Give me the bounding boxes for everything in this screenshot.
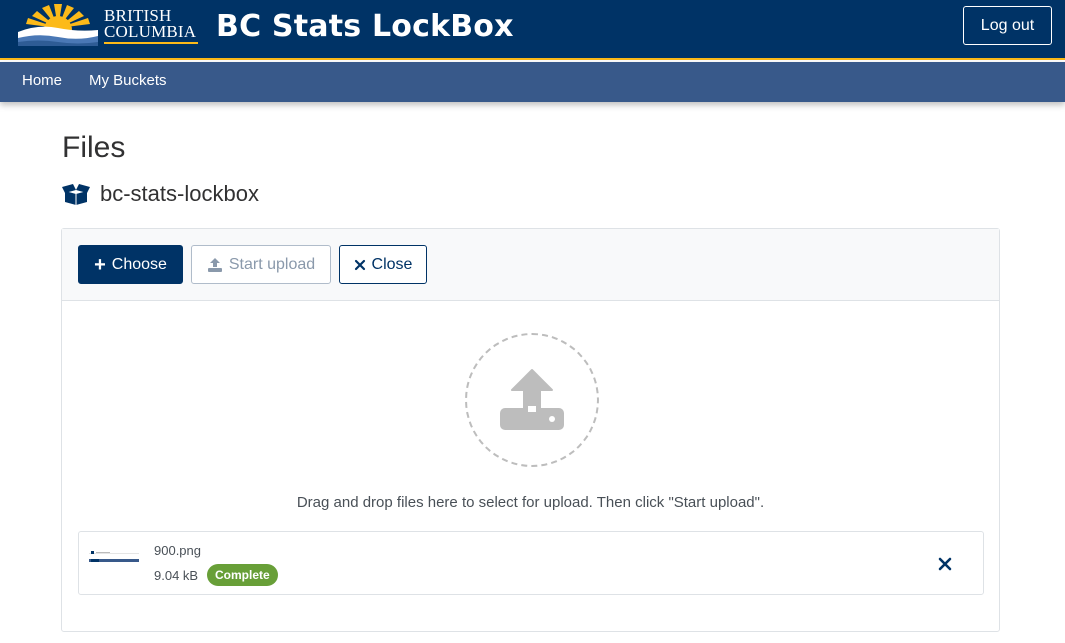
- bucket-name: bc-stats-lockbox: [100, 181, 259, 206]
- close-button[interactable]: Close: [339, 245, 427, 284]
- drop-zone[interactable]: [465, 333, 599, 467]
- remove-file-button[interactable]: [931, 550, 959, 578]
- bucket-heading: bc-stats-lockbox: [62, 180, 259, 208]
- page-title: Files: [62, 131, 126, 164]
- upload-arrow-icon: [500, 369, 564, 430]
- logo-wordmark: BRITISH COLUMBIA: [104, 7, 197, 41]
- upload-icon: [207, 257, 222, 272]
- status-badge: Complete: [207, 564, 278, 586]
- times-icon: [354, 259, 365, 270]
- box-open-icon: [62, 184, 90, 205]
- file-name: 900.png: [154, 543, 201, 558]
- app-title: BC Stats LockBox: [216, 9, 514, 44]
- app-header: BRITISH COLUMBIA BC Stats LockBox Log ou…: [0, 0, 1065, 60]
- file-size: 9.04 kB: [154, 568, 199, 583]
- file-list-item: 900.png 9.04 kB Complete: [78, 531, 984, 595]
- upload-toolbar: + Choose Start upload Close: [62, 229, 999, 301]
- main-nav: Home My Buckets: [0, 62, 1065, 102]
- times-icon: [938, 557, 952, 571]
- nav-item-my-buckets[interactable]: My Buckets: [89, 72, 167, 89]
- bc-gov-logo[interactable]: BRITISH COLUMBIA: [18, 2, 198, 46]
- file-upload-panel: + Choose Start upload Close Drag and dro…: [61, 228, 1000, 632]
- start-upload-button[interactable]: Start upload: [191, 245, 331, 284]
- sun-mountain-logo-icon: [18, 4, 98, 46]
- choose-button[interactable]: + Choose: [78, 245, 183, 284]
- file-thumbnail: [89, 549, 139, 579]
- choose-button-label: Choose: [111, 255, 167, 273]
- plus-icon: +: [94, 253, 106, 276]
- logout-button[interactable]: Log out: [963, 6, 1052, 45]
- logo-line-columbia: COLUMBIA: [104, 22, 197, 41]
- logo-underline: [104, 42, 198, 44]
- drop-hint-text: Drag and drop files here to select for u…: [296, 494, 765, 511]
- close-button-label: Close: [371, 255, 413, 273]
- nav-item-home[interactable]: Home: [22, 72, 62, 89]
- start-upload-label: Start upload: [228, 255, 316, 273]
